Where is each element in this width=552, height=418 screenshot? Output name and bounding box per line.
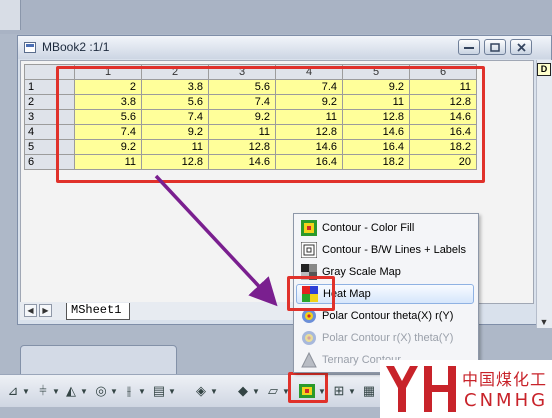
- scatter-plot-icon[interactable]: ⊿: [2, 381, 24, 401]
- menu-item-label: Polar Contour theta(X) r(Y): [322, 310, 454, 322]
- ternary-contour-icon: [301, 352, 317, 368]
- heatmap-toolbar-icon[interactable]: ▦: [358, 381, 380, 401]
- minimize-icon: [464, 47, 474, 49]
- chevron-down-icon[interactable]: ▼: [138, 381, 146, 401]
- 3d-ribbon-icon[interactable]: ▱: [262, 381, 284, 401]
- close-icon: [516, 42, 526, 52]
- chevron-down-icon[interactable]: ▼: [22, 381, 30, 401]
- menu-item-label: Contour - Color Fill: [322, 222, 415, 234]
- d-button[interactable]: D: [537, 63, 551, 76]
- 3d-bar-icon[interactable]: ▤: [148, 381, 170, 401]
- data-highlight-box: [56, 66, 485, 183]
- watermark-latin-text: CNMHG: [464, 390, 549, 411]
- 3d-surface-icon[interactable]: ◈: [190, 381, 212, 401]
- chevron-down-icon[interactable]: ▼: [210, 381, 218, 401]
- menu-item-label: Contour - B/W Lines + Labels: [322, 244, 466, 256]
- chevron-down-icon[interactable]: ▼: [348, 381, 356, 401]
- area-plot-icon[interactable]: ◭: [60, 381, 82, 401]
- scroll-down-arrow-icon[interactable]: ▼: [537, 316, 551, 328]
- vertical-scrollbar[interactable]: D ▼: [536, 60, 552, 328]
- chevron-down-icon[interactable]: ▼: [80, 381, 88, 401]
- top-left-panel: [0, 0, 21, 30]
- chevron-down-icon[interactable]: ▼: [110, 381, 118, 401]
- polar-contour-icon: [302, 331, 316, 345]
- chevron-down-icon[interactable]: ▼: [168, 381, 176, 401]
- 3d-wall-icon[interactable]: ◆: [232, 381, 254, 401]
- minimized-window[interactable]: [20, 345, 177, 377]
- toolbar-highlight-box: [288, 372, 328, 403]
- polar-plot-icon[interactable]: ◎: [90, 381, 112, 401]
- watermark-logo: 中国煤化工 CNMHG: [380, 360, 552, 418]
- pointer-arrow: [154, 174, 278, 307]
- restore-icon: [490, 42, 500, 52]
- tab-prev-arrow-icon[interactable]: ◀: [24, 304, 37, 317]
- image-plot-icon[interactable]: ⊞: [328, 381, 350, 401]
- minimize-button[interactable]: [458, 39, 480, 55]
- contour-color-fill-icon: [301, 220, 317, 236]
- restore-button[interactable]: [484, 39, 506, 55]
- tab-next-arrow-icon[interactable]: ▶: [39, 304, 52, 317]
- menu-item-label: Polar Contour r(X) theta(Y): [322, 332, 454, 344]
- contour-bw-lines-icon: [301, 242, 317, 258]
- workbook-titlebar[interactable]: MBook2 :1/1: [18, 36, 551, 59]
- chevron-down-icon[interactable]: ▼: [252, 381, 260, 401]
- top-strip: [0, 0, 552, 34]
- tab-msheet1[interactable]: MSheet1: [66, 303, 131, 320]
- menu-item-contour-bw-lines[interactable]: Contour - B/W Lines + Labels: [296, 240, 474, 260]
- yh-logo-mark: [386, 366, 456, 412]
- stock-plot-icon[interactable]: ⫲: [118, 381, 140, 401]
- chevron-down-icon[interactable]: ▼: [52, 381, 60, 401]
- watermark-chinese-text: 中国煤化工: [462, 370, 548, 389]
- statistics-plot-icon[interactable]: ⫩: [32, 381, 54, 401]
- close-button[interactable]: [510, 39, 532, 55]
- heat-map-highlight-box: [287, 276, 335, 311]
- menu-item-contour-color-fill[interactable]: Contour - Color Fill: [296, 218, 474, 238]
- menu-item-polar-contour-r-x[interactable]: Polar Contour r(X) theta(Y): [296, 328, 474, 348]
- workbook-title: MBook2 :1/1: [42, 40, 110, 54]
- workbook-icon: [24, 42, 36, 53]
